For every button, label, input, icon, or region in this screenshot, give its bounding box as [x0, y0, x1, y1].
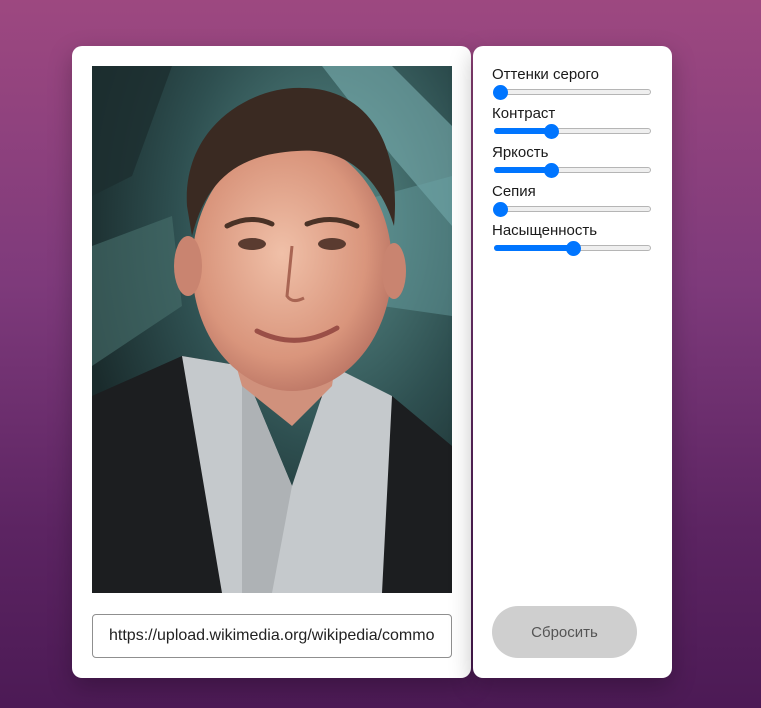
slider-thumb[interactable]	[566, 241, 581, 256]
slider-thumb[interactable]	[544, 163, 559, 178]
filter-slider-contrast[interactable]	[494, 124, 651, 139]
image-url-input[interactable]	[92, 614, 452, 658]
portrait-image	[92, 66, 452, 593]
filter-label: Сепия	[492, 183, 536, 200]
slider-thumb[interactable]	[544, 124, 559, 139]
filter-label: Оттенки серого	[492, 66, 599, 83]
reset-button[interactable]: Сбросить	[492, 606, 637, 658]
filter-label: Контраст	[492, 105, 556, 122]
slider-thumb[interactable]	[493, 85, 508, 100]
slider-fill	[494, 167, 551, 173]
filters-panel: Оттенки серого Контраст Яркость Сепия Насыще…	[473, 46, 672, 678]
slider-thumb[interactable]	[493, 202, 508, 217]
filter-slider-saturation[interactable]	[494, 241, 651, 256]
filter-label: Насыщенность	[492, 222, 598, 239]
slider-fill	[494, 245, 573, 251]
filter-slider-sepia[interactable]	[493, 202, 651, 217]
filter-slider-brightness[interactable]	[494, 163, 651, 178]
filter-sepia: Сепия	[492, 183, 653, 222]
filter-slider-grayscale[interactable]	[493, 85, 651, 100]
filter-controls: Оттенки серого Контраст Яркость Сепия Насыще…	[492, 66, 653, 261]
filter-label: Яркость	[492, 144, 549, 161]
filter-grayscale: Оттенки серого	[492, 66, 653, 105]
filter-contrast: Контраст	[492, 105, 653, 144]
image-panel	[72, 46, 471, 678]
filter-saturation: Насыщенность	[492, 222, 653, 261]
slider-fill	[494, 128, 551, 134]
filter-brightness: Яркость	[492, 144, 653, 183]
